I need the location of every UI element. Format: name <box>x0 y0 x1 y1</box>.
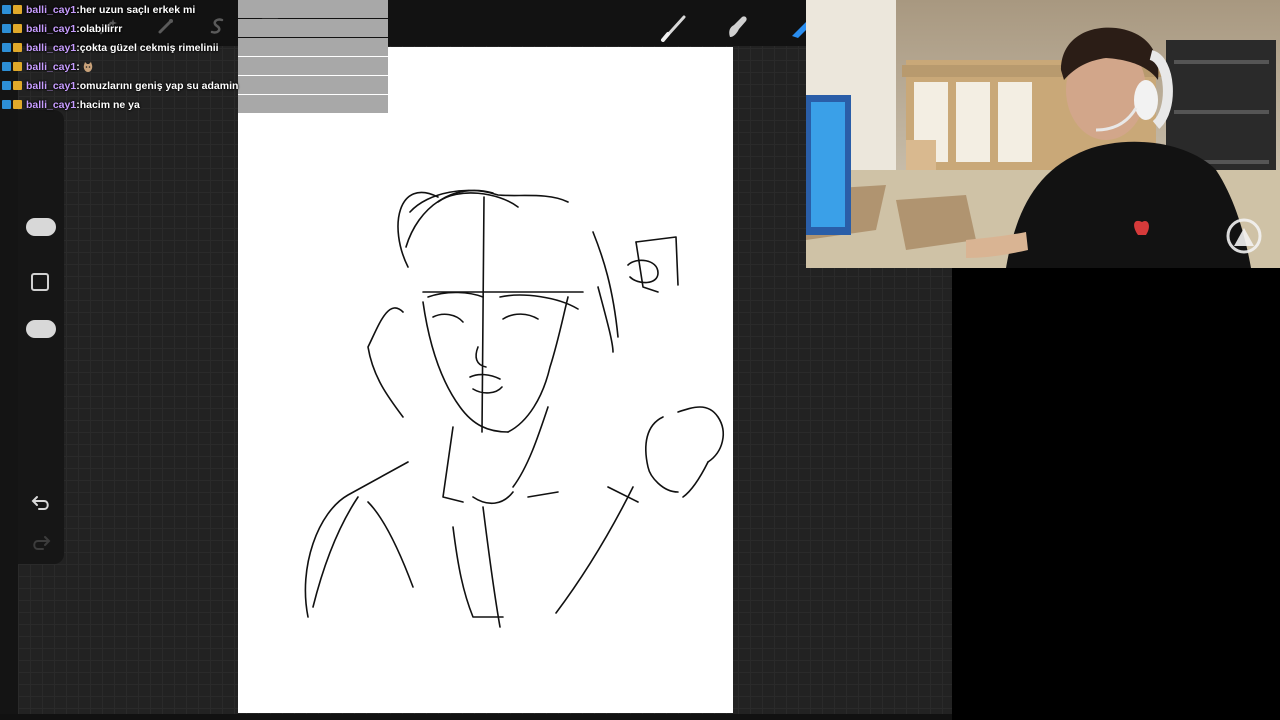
sub-badge-icon <box>13 81 22 90</box>
chat-separator: : <box>76 60 80 73</box>
chat-text: hacim ne ya <box>79 98 140 111</box>
chat-username: balli_cay1 <box>26 79 77 92</box>
sub-badge-icon <box>13 24 22 33</box>
chat-text: her uzun saçlı erkek mi <box>79 3 196 16</box>
smudge-icon[interactable] <box>724 13 752 41</box>
sub-badge-icon <box>13 62 22 71</box>
sub-badge-icon <box>13 5 22 14</box>
webcam-feed <box>806 0 1280 268</box>
modify-button[interactable] <box>31 273 49 291</box>
chat-text: çokta güzel cekmiş rimelinii <box>79 41 219 54</box>
chat-username: balli_cay1 <box>26 22 77 35</box>
webcam-image <box>806 0 1280 268</box>
chat-username: balli_cay1 <box>26 60 77 73</box>
chat-username: balli_cay1 <box>26 3 77 16</box>
sub-badge-icon <box>13 43 22 52</box>
chat-text: olabilirrr <box>79 22 123 35</box>
drawing-canvas[interactable] <box>238 47 733 713</box>
chat-message: balli_cay1 : her uzun saçlı erkek mi <box>0 0 390 19</box>
verified-badge-icon <box>2 81 11 90</box>
brush-size-slider[interactable] <box>26 218 56 236</box>
chat-message: balli_cay1 : olabilirrr <box>0 19 390 38</box>
opacity-slider[interactable] <box>26 320 56 338</box>
bottom-edge <box>0 714 952 720</box>
sketch-drawing <box>304 189 724 628</box>
chat-username: balli_cay1 <box>26 98 77 111</box>
chat-message: balli_cay1 : omuzlarını geniş yap su ada… <box>0 76 390 95</box>
undo-icon[interactable] <box>31 494 51 512</box>
chat-username: balli_cay1 <box>26 41 77 54</box>
verified-badge-icon <box>2 100 11 109</box>
sub-badge-icon <box>13 100 22 109</box>
verified-badge-icon <box>2 24 11 33</box>
verified-badge-icon <box>2 62 11 71</box>
chat-message: balli_cay1 : <box>0 57 390 76</box>
redo-icon[interactable] <box>31 534 51 552</box>
chat-message: balli_cay1 : hacim ne ya <box>0 95 390 114</box>
chat-text: omuzlarını geniş yap su adamin <box>79 79 239 92</box>
brush-icon[interactable] <box>660 12 690 42</box>
cat-emote-icon <box>83 61 92 72</box>
chat-message: balli_cay1 : çokta güzel cekmiş rimelini… <box>0 38 390 57</box>
chat-overlay: balli_cay1 : her uzun saçlı erkek mi bal… <box>0 0 390 114</box>
verified-badge-icon <box>2 5 11 14</box>
verified-badge-icon <box>2 43 11 52</box>
